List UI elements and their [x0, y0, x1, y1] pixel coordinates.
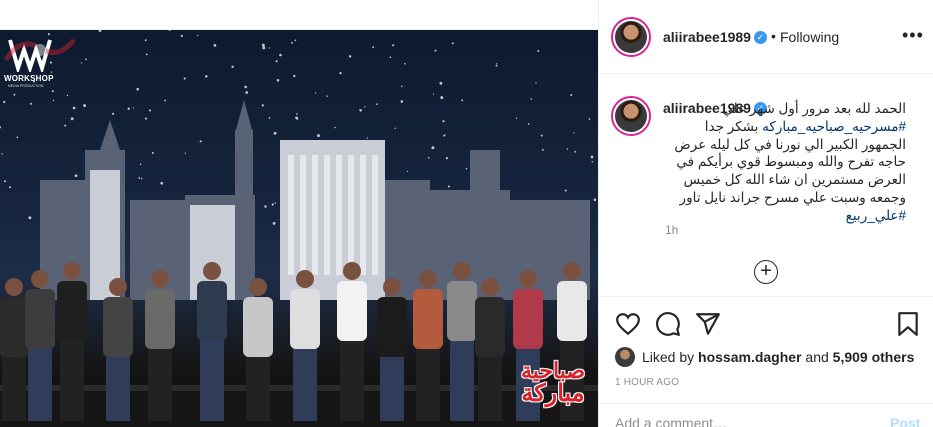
- post-side-panel: aliirabee1989 ✓ • Following ••• aliirabe…: [598, 0, 933, 427]
- comment-icon[interactable]: [655, 311, 681, 337]
- show-title-line2: مباركة: [521, 378, 585, 407]
- hashtag-link-show[interactable]: #مسرحيه_صباحيه_مباركه: [762, 119, 906, 134]
- caption-text-part1: الحمد لله بعد مرور أول شهر علي: [722, 101, 906, 116]
- comment-input[interactable]: [615, 415, 865, 427]
- following-button[interactable]: Following: [780, 29, 839, 45]
- liked-by-prefix: Liked by: [642, 349, 699, 365]
- bookmark-icon[interactable]: [895, 311, 921, 337]
- comment-bar: Post: [599, 403, 933, 427]
- liked-by-middle: and: [801, 349, 833, 365]
- load-more-comments-icon[interactable]: +: [754, 260, 778, 284]
- liker-username[interactable]: hossam.dagher: [698, 349, 801, 365]
- caption-author-avatar[interactable]: [611, 96, 651, 136]
- logo-subtext: MEDIA PRODUCTION: [8, 84, 44, 88]
- show-title-logo: صباحية مباركة: [514, 360, 592, 407]
- post-actions: Liked by hossam.dagher and 5,909 others …: [599, 296, 933, 427]
- heart-icon[interactable]: [615, 311, 641, 337]
- watermark-logo: [3, 38, 76, 62]
- hashtag-link-actor[interactable]: #علي_ربيع: [846, 208, 906, 223]
- more-options-icon[interactable]: •••: [902, 26, 923, 46]
- logo-text: WORKSHOP: [4, 74, 54, 83]
- caption-time[interactable]: 1h: [665, 223, 678, 237]
- liker-avatar[interactable]: [615, 347, 635, 367]
- post-photo[interactable]: WORKSHOP MEDIA PRODUCTION صباحية مباركة: [0, 30, 598, 427]
- author-username[interactable]: aliirabee1989: [663, 29, 751, 45]
- post-date[interactable]: 1 HOUR AGO: [615, 377, 679, 388]
- stage-scene: [0, 30, 598, 427]
- post-header: aliirabee1989 ✓ • Following •••: [599, 0, 933, 74]
- author-avatar[interactable]: [611, 17, 651, 57]
- caption-text: الحمد لله بعد مرور أول شهر علي #مسرحيه_ص…: [663, 100, 906, 225]
- verified-badge-icon: ✓: [754, 31, 767, 44]
- separator-dot: •: [771, 28, 776, 44]
- post-comment-button[interactable]: Post: [890, 415, 920, 427]
- others-likes-link[interactable]: 5,909 others: [833, 349, 915, 365]
- share-icon[interactable]: [695, 311, 721, 337]
